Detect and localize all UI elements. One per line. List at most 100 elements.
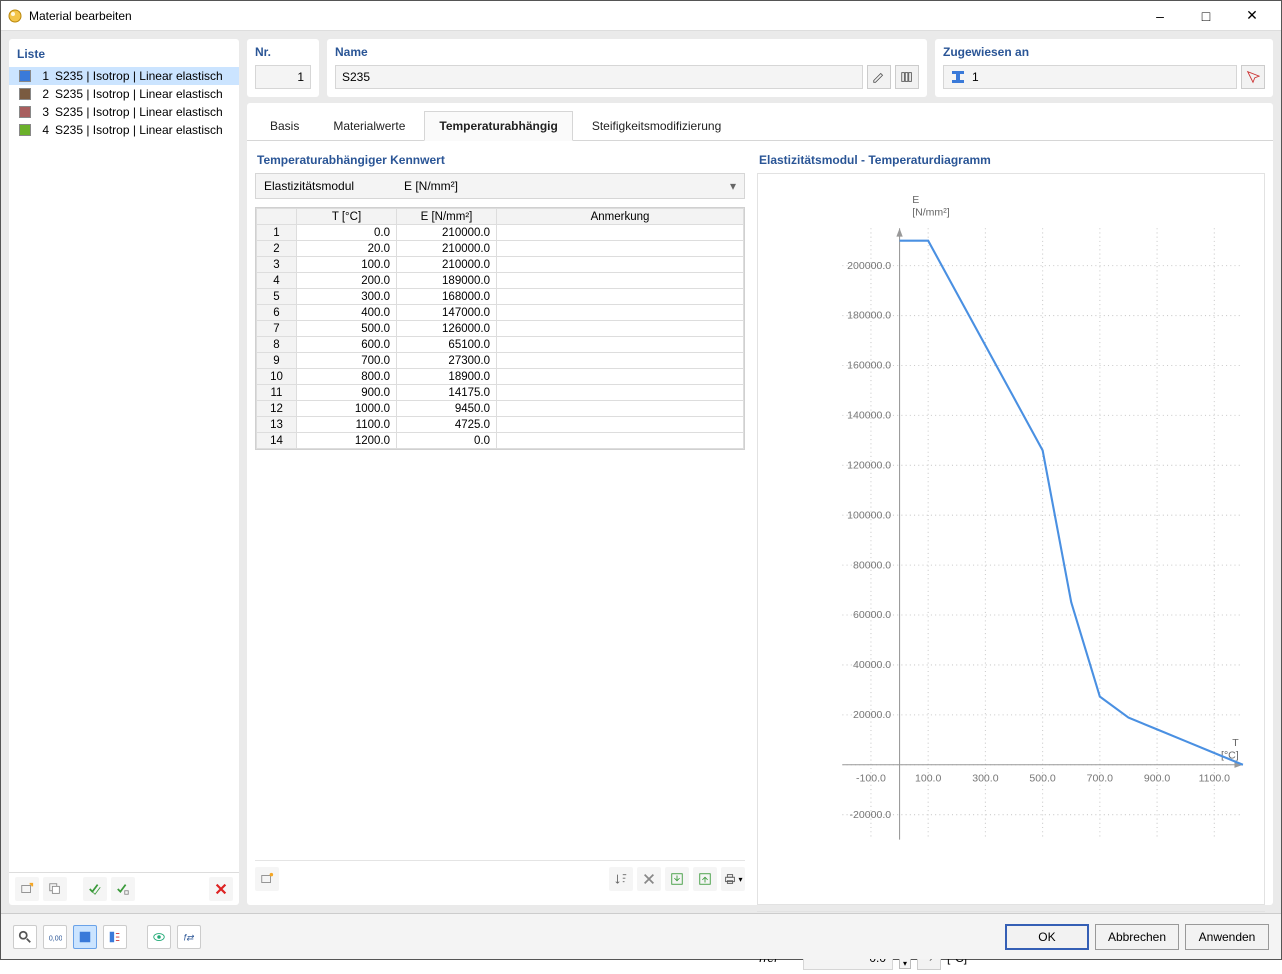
kennwert-dropdown[interactable]: Elastizitätsmodul E [N/mm²] ▾ [255, 173, 745, 199]
delete-icon[interactable] [209, 877, 233, 901]
table-row[interactable]: 220.0210000.0 [257, 241, 744, 257]
nr-input[interactable]: 1 [255, 65, 311, 89]
list-item[interactable]: 4S235 | Isotrop | Linear elastisch [9, 121, 239, 139]
svg-text:200000.0: 200000.0 [847, 260, 891, 272]
table-row[interactable]: 10.0210000.0 [257, 225, 744, 241]
svg-text:40000.0: 40000.0 [853, 659, 891, 671]
decimals-icon[interactable]: 0,00 [43, 925, 67, 949]
data-grid[interactable]: T [°C]E [N/mm²]Anmerkung10.0210000.0220.… [255, 207, 745, 450]
pick-assign-icon[interactable] [1241, 65, 1265, 89]
table-row[interactable]: 9700.027300.0 [257, 353, 744, 369]
svg-text:180000.0: 180000.0 [847, 310, 891, 322]
svg-text:900.0: 900.0 [1144, 773, 1170, 785]
grid-toolbar: ▾ [255, 860, 745, 897]
swatch-icon [19, 106, 31, 118]
edit-name-icon[interactable] [867, 65, 891, 89]
table-row[interactable]: 10800.018900.0 [257, 369, 744, 385]
table-row[interactable]: 131100.04725.0 [257, 417, 744, 433]
chart-area: -100.0100.0300.0500.0700.0900.01100.0-20… [757, 173, 1265, 905]
svg-text:140000.0: 140000.0 [847, 410, 891, 422]
name-card: Name S235 [327, 39, 927, 97]
table-row[interactable]: 5300.0168000.0 [257, 289, 744, 305]
copy-icon[interactable] [43, 877, 67, 901]
tab-materialwerte[interactable]: Materialwerte [318, 111, 420, 140]
table-row[interactable]: 11900.014175.0 [257, 385, 744, 401]
svg-text:80000.0: 80000.0 [853, 559, 891, 571]
list-item[interactable]: 1S235 | Isotrop | Linear elastisch [9, 67, 239, 85]
svg-text:-100.0: -100.0 [856, 773, 886, 785]
tab-temperaturabhängig[interactable]: Temperaturabhängig [424, 111, 572, 141]
svg-text:1100.0: 1100.0 [1199, 773, 1231, 785]
table-row[interactable]: 7500.0126000.0 [257, 321, 744, 337]
apply-button[interactable]: Anwenden [1185, 924, 1269, 950]
check1-icon[interactable] [83, 877, 107, 901]
swatch-icon [19, 70, 31, 82]
grid-delete-icon[interactable] [637, 867, 661, 891]
list-title: Liste [9, 39, 239, 67]
svg-text:-20000.0: -20000.0 [850, 809, 892, 821]
mode1-icon[interactable] [73, 925, 97, 949]
list-item[interactable]: 3S235 | Isotrop | Linear elastisch [9, 103, 239, 121]
import-icon[interactable] [665, 867, 689, 891]
swatch-icon [19, 88, 31, 100]
minimize-button[interactable]: – [1137, 1, 1183, 31]
footer: 0,00 f⇄ OK Abbrechen Anwenden [1, 913, 1281, 959]
svg-text:120000.0: 120000.0 [847, 459, 891, 471]
list-item-num: 2 [37, 87, 49, 101]
table-row[interactable]: 8600.065100.0 [257, 337, 744, 353]
svg-text:f⇄: f⇄ [184, 932, 194, 942]
tabs-panel: BasisMaterialwerteTemperaturabhängigStei… [247, 103, 1273, 905]
app-icon [7, 8, 23, 24]
right-area: Nr. 1 Name S235 Zugewiesen an [247, 39, 1273, 905]
tabs: BasisMaterialwerteTemperaturabhängigStei… [247, 111, 1273, 141]
svg-text:700.0: 700.0 [1087, 773, 1113, 785]
svg-text:160000.0: 160000.0 [847, 360, 891, 372]
table-row[interactable]: 3100.0210000.0 [257, 257, 744, 273]
nr-label: Nr. [255, 45, 311, 59]
new-item-icon[interactable] [15, 877, 39, 901]
ok-button[interactable]: OK [1005, 924, 1089, 950]
window-title: Material bearbeiten [29, 9, 1137, 23]
list-item-label: S235 | Isotrop | Linear elastisch [55, 123, 223, 137]
assign-input[interactable]: 1 [943, 65, 1237, 89]
chart-svg: -100.0100.0300.0500.0700.0900.01100.0-20… [758, 174, 1264, 904]
fx-icon[interactable]: f⇄ [177, 925, 201, 949]
mode2-icon[interactable] [103, 925, 127, 949]
table-row[interactable]: 141200.00.0 [257, 433, 744, 449]
table-row[interactable]: 6400.0147000.0 [257, 305, 744, 321]
tab-steifigkeitsmodifizierung[interactable]: Steifigkeitsmodifizierung [577, 111, 736, 140]
list-toolbar [9, 872, 239, 905]
check2-icon[interactable] [111, 877, 135, 901]
view-icon[interactable] [147, 925, 171, 949]
tempdep-title: Temperaturabhängiger Kennwert [255, 149, 745, 173]
list-item-label: S235 | Isotrop | Linear elastisch [55, 87, 223, 101]
close-button[interactable]: ✕ [1229, 1, 1275, 31]
search-icon[interactable] [13, 925, 37, 949]
tempdep-column: Temperaturabhängiger Kennwert Elastizitä… [255, 149, 745, 897]
tab-basis[interactable]: Basis [255, 111, 314, 140]
i-beam-icon [950, 70, 966, 84]
list-item-label: S235 | Isotrop | Linear elastisch [55, 69, 223, 83]
chart-title: Elastizitätsmodul - Temperaturdiagramm [757, 149, 1265, 173]
material-list: 1S235 | Isotrop | Linear elastisch 2 S235 … [9, 67, 239, 872]
nr-card: Nr. 1 [247, 39, 319, 97]
cancel-button[interactable]: Abbrechen [1095, 924, 1179, 950]
app-window: Material bearbeiten – □ ✕ Liste 1S235 | … [0, 0, 1282, 960]
assign-card: Zugewiesen an 1 [935, 39, 1273, 97]
table-row[interactable]: 121000.09450.0 [257, 401, 744, 417]
assign-label: Zugewiesen an [943, 45, 1265, 59]
maximize-button[interactable]: □ [1183, 1, 1229, 31]
sort-icon[interactable] [609, 867, 633, 891]
grid-new-icon[interactable] [255, 867, 279, 891]
svg-text:[N/mm²]: [N/mm²] [912, 207, 950, 219]
list-item[interactable]: 2 S235 | Isotrop | Linear elastisch [9, 85, 239, 103]
svg-text:0,00: 0,00 [49, 935, 62, 942]
table-row[interactable]: 4200.0189000.0 [257, 273, 744, 289]
print-icon[interactable]: ▾ [721, 867, 745, 891]
svg-text:500.0: 500.0 [1029, 773, 1055, 785]
chevron-down-icon: ▾ [730, 179, 736, 193]
list-panel: Liste 1S235 | Isotrop | Linear elastisch… [9, 39, 239, 905]
export-icon[interactable] [693, 867, 717, 891]
name-input[interactable]: S235 [335, 65, 863, 89]
library-icon[interactable] [895, 65, 919, 89]
